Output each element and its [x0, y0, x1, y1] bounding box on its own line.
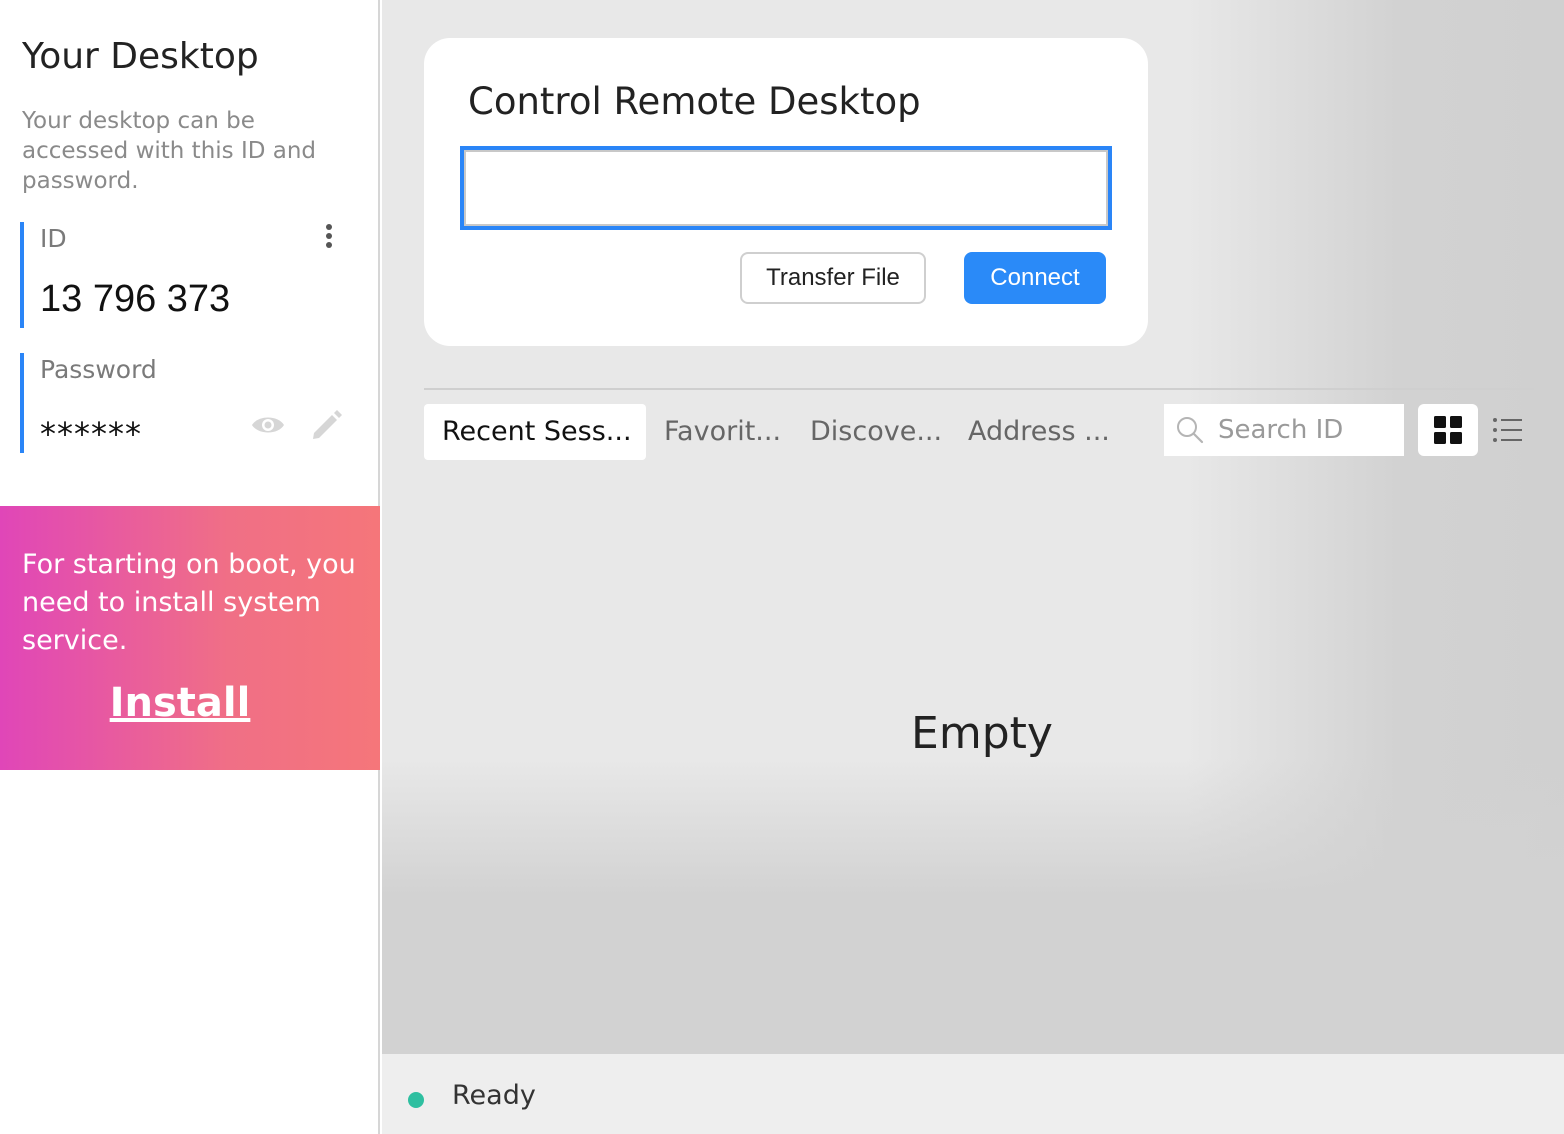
- status-text: Ready: [452, 1080, 536, 1111]
- status-bar: Ready: [382, 1054, 1564, 1134]
- install-link[interactable]: Install: [0, 680, 360, 726]
- transfer-file-button[interactable]: Transfer File: [740, 252, 926, 304]
- install-message: For starting on boot, you need to instal…: [22, 549, 356, 656]
- connect-button[interactable]: Connect: [964, 252, 1106, 304]
- password-label: Password: [40, 355, 157, 384]
- id-label: ID: [40, 224, 67, 253]
- tab-address-book[interactable]: Address ...: [968, 404, 1110, 460]
- grid-view-button[interactable]: [1418, 404, 1478, 456]
- remote-id-input[interactable]: [460, 146, 1112, 230]
- eye-icon[interactable]: [250, 409, 286, 441]
- sidebar: Your Desktop Your desktop can be accesse…: [0, 0, 380, 1134]
- grid-view-icon: [1434, 416, 1462, 444]
- tab-favorites[interactable]: Favorit...: [664, 404, 781, 460]
- connect-card: Control Remote Desktop Transfer File Con…: [424, 38, 1148, 346]
- section-divider: [424, 388, 1534, 390]
- sidebar-description: Your desktop can be accessed with this I…: [22, 108, 317, 194]
- connect-card-title: Control Remote Desktop: [468, 80, 921, 123]
- pencil-icon[interactable]: [308, 405, 346, 443]
- tab-discovered[interactable]: Discove...: [810, 404, 942, 460]
- main-panel: Control Remote Desktop Transfer File Con…: [382, 0, 1564, 1054]
- sidebar-title: Your Desktop: [22, 36, 259, 77]
- search-id-input[interactable]: Search ID: [1164, 404, 1404, 456]
- list-view-icon[interactable]: [1490, 412, 1526, 448]
- id-value: 13 796 373: [40, 278, 231, 320]
- search-placeholder: Search ID: [1218, 415, 1344, 445]
- password-value: ******: [40, 415, 142, 453]
- install-service-banner: For starting on boot, you need to instal…: [0, 506, 380, 770]
- empty-sessions-text: Empty: [911, 708, 1053, 759]
- status-indicator: [408, 1092, 424, 1108]
- tab-recent-sessions[interactable]: Recent Sess...: [424, 404, 646, 460]
- search-icon: [1177, 417, 1204, 444]
- id-field: ID 13 796 373: [20, 222, 360, 328]
- more-vertical-icon[interactable]: [322, 222, 336, 254]
- password-field: Password ******: [20, 353, 360, 453]
- app-window: Your Desktop Your desktop can be accesse…: [0, 0, 1564, 1134]
